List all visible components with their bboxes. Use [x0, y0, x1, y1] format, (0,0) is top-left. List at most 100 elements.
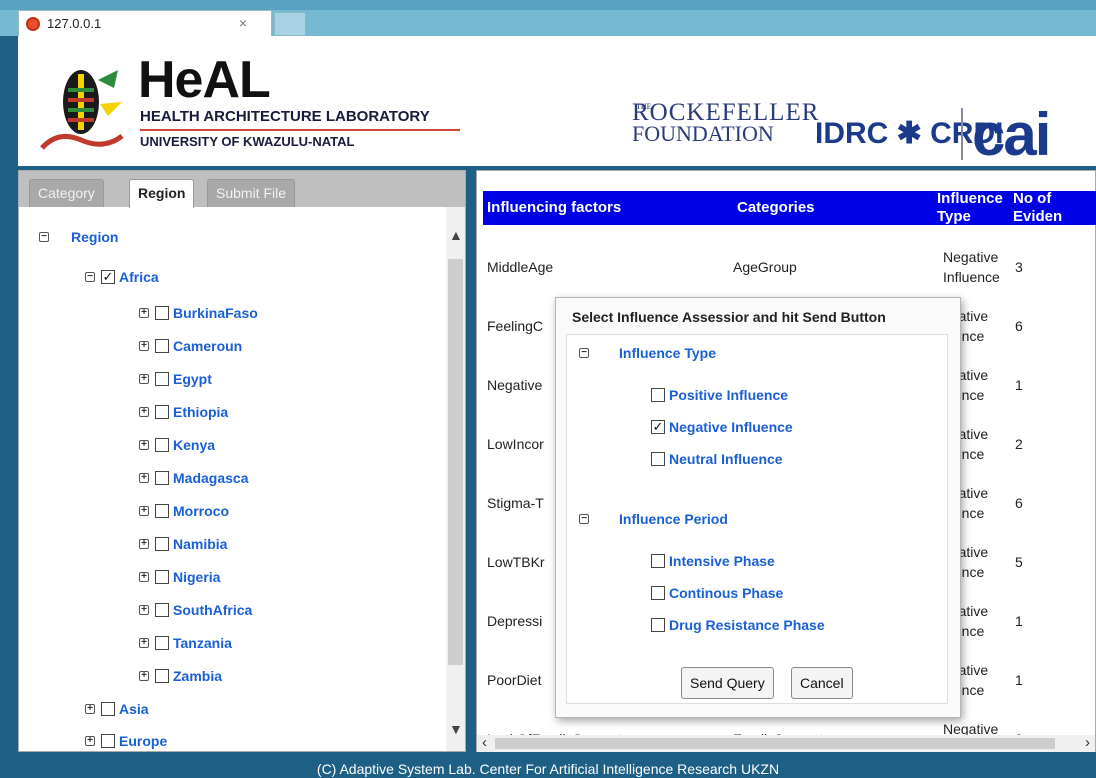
group-label[interactable]: Influence Type [619, 345, 716, 361]
checkbox[interactable] [155, 306, 169, 320]
tree-label-asia[interactable]: Asia [119, 701, 149, 717]
expand-icon[interactable]: + [139, 374, 149, 384]
option-drug-resistance-phase[interactable]: Drug Resistance Phase [651, 617, 825, 633]
checkbox-neutral[interactable] [651, 452, 665, 466]
checkbox[interactable] [155, 570, 169, 584]
tree-node-country[interactable]: + Namibia [139, 532, 227, 556]
tree-scrollbar[interactable]: ▲ ▼ [446, 207, 465, 751]
tree-label-country[interactable]: Ethiopia [173, 404, 228, 420]
tree-node-country[interactable]: + Morroco [139, 499, 229, 523]
cancel-button[interactable]: Cancel [791, 667, 853, 699]
tree-label-country[interactable]: Nigeria [173, 569, 220, 585]
group-influence-type[interactable]: − Influence Type [579, 345, 716, 361]
expand-icon[interactable]: + [139, 671, 149, 681]
collapse-icon[interactable]: − [85, 272, 95, 282]
expand-icon[interactable]: + [139, 605, 149, 615]
checkbox-continous[interactable] [651, 586, 665, 600]
tree-label-europe[interactable]: Europe [119, 733, 167, 749]
checkbox-intensive[interactable] [651, 554, 665, 568]
checkbox[interactable] [155, 537, 169, 551]
tree-label-country[interactable]: Kenya [173, 437, 215, 453]
checkbox[interactable] [155, 471, 169, 485]
tree-node-africa[interactable]: − ✓ Africa [85, 265, 159, 289]
tree-node-country[interactable]: + SouthAfrica [139, 598, 252, 622]
tree-label-country[interactable]: Cameroun [173, 338, 242, 354]
send-query-button[interactable]: Send Query [681, 667, 774, 699]
tree-label-country[interactable]: Zambia [173, 668, 222, 684]
checkbox[interactable] [155, 339, 169, 353]
tab-submit-file[interactable]: Submit File [207, 179, 296, 207]
tree-node-country[interactable]: + Egypt [139, 367, 212, 391]
option-neutral-influence[interactable]: Neutral Influence [651, 451, 783, 467]
option-intensive-phase[interactable]: Intensive Phase [651, 553, 775, 569]
tab-region[interactable]: Region [129, 179, 195, 208]
expand-icon[interactable]: + [139, 308, 149, 318]
checkbox[interactable] [155, 636, 169, 650]
checkbox[interactable] [155, 372, 169, 386]
option-label[interactable]: Negative Influence [669, 419, 793, 435]
tree-label-country[interactable]: Egypt [173, 371, 212, 387]
checkbox[interactable] [155, 504, 169, 518]
scroll-up-icon[interactable]: ▲ [449, 227, 463, 243]
option-negative-influence[interactable]: ✓ Negative Influence [651, 419, 793, 435]
hscroll-thumb[interactable] [495, 738, 1055, 749]
checkbox-positive[interactable] [651, 388, 665, 402]
option-label[interactable]: Positive Influence [669, 387, 788, 403]
tree-label-africa[interactable]: Africa [119, 269, 159, 285]
checkbox-negative[interactable]: ✓ [651, 420, 665, 434]
tree-node-country[interactable]: + Ethiopia [139, 400, 228, 424]
option-continous-phase[interactable]: Continous Phase [651, 585, 783, 601]
expand-icon[interactable]: + [85, 704, 95, 714]
tree-node-country[interactable]: + Kenya [139, 433, 215, 457]
tree-node-country[interactable]: + BurkinaFaso [139, 301, 258, 325]
checkbox-drug-resistance[interactable] [651, 618, 665, 632]
checkbox[interactable] [155, 669, 169, 683]
expand-icon[interactable]: + [139, 440, 149, 450]
tree-label-country[interactable]: Namibia [173, 536, 227, 552]
option-positive-influence[interactable]: Positive Influence [651, 387, 788, 403]
tree-label-country[interactable]: Morroco [173, 503, 229, 519]
tree-label-country[interactable]: SouthAfrica [173, 602, 252, 618]
browser-tab[interactable]: 127.0.0.1 × [18, 10, 272, 36]
expand-icon[interactable]: + [139, 506, 149, 516]
expand-icon[interactable]: + [139, 539, 149, 549]
scroll-down-icon[interactable]: ▼ [449, 721, 463, 737]
tree-label-country[interactable]: Madagasca [173, 470, 248, 486]
tree-label-region[interactable]: Region [71, 229, 118, 245]
tree-node-country[interactable]: + Madagasca [139, 466, 248, 490]
expand-icon[interactable]: + [139, 341, 149, 351]
group-label[interactable]: Influence Period [619, 511, 728, 527]
tree-node-country[interactable]: + Cameroun [139, 334, 242, 358]
checkbox[interactable] [155, 603, 169, 617]
checkbox[interactable] [155, 438, 169, 452]
option-label[interactable]: Intensive Phase [669, 553, 775, 569]
collapse-icon[interactable]: − [39, 232, 49, 242]
collapse-icon[interactable]: − [579, 348, 589, 358]
scroll-right-icon[interactable]: › [1085, 734, 1090, 751]
tree-node-country[interactable]: + Tanzania [139, 631, 232, 655]
checkbox-europe[interactable] [101, 734, 115, 748]
option-label[interactable]: Neutral Influence [669, 451, 783, 467]
checkbox-africa[interactable]: ✓ [101, 270, 115, 284]
expand-icon[interactable]: + [139, 407, 149, 417]
collapse-icon[interactable]: − [579, 514, 589, 524]
option-label[interactable]: Drug Resistance Phase [669, 617, 825, 633]
expand-icon[interactable]: + [139, 473, 149, 483]
checkbox-asia[interactable] [101, 702, 115, 716]
tree-label-country[interactable]: BurkinaFaso [173, 305, 258, 321]
expand-icon[interactable]: + [139, 638, 149, 648]
new-tab-button[interactable] [274, 12, 306, 36]
tree-node-europe[interactable]: + Europe [85, 729, 167, 751]
tree-node-asia[interactable]: + Asia [85, 697, 149, 721]
close-icon[interactable]: × [239, 15, 247, 31]
option-label[interactable]: Continous Phase [669, 585, 783, 601]
scroll-left-icon[interactable]: ‹ [482, 734, 487, 751]
checkbox[interactable] [155, 405, 169, 419]
tree-node-region[interactable]: − Region [39, 225, 118, 249]
expand-icon[interactable]: + [139, 572, 149, 582]
expand-icon[interactable]: + [85, 736, 95, 746]
tree-node-country[interactable]: + Nigeria [139, 565, 220, 589]
table-hscrollbar[interactable]: ‹ › [477, 734, 1095, 752]
tab-category[interactable]: Category [29, 179, 104, 207]
group-influence-period[interactable]: − Influence Period [579, 511, 728, 527]
